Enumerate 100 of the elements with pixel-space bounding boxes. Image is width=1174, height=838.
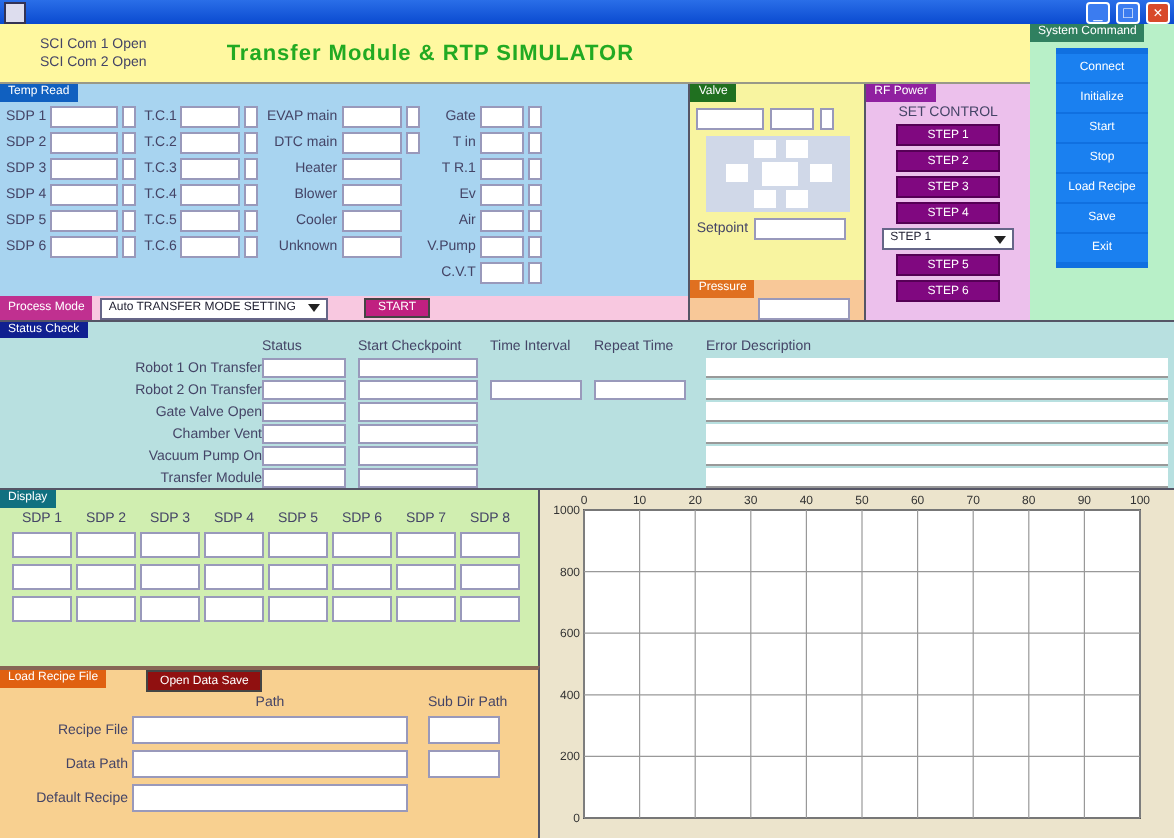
input-field[interactable] (341, 236, 402, 258)
status-box (527, 262, 542, 284)
status-box (527, 158, 542, 180)
status-box (405, 106, 420, 128)
input-field[interactable] (358, 468, 478, 488)
status-box (244, 158, 259, 180)
status-box (527, 184, 542, 206)
input-field[interactable] (140, 564, 200, 590)
input-field[interactable] (341, 210, 402, 232)
input-field[interactable] (12, 564, 72, 590)
input-field[interactable] (460, 564, 520, 590)
status-box (527, 106, 542, 128)
status-box (527, 132, 542, 154)
input-field[interactable] (479, 184, 524, 206)
caret-icon (994, 235, 1007, 243)
input-field[interactable] (262, 358, 346, 378)
status-box (122, 184, 137, 206)
status-box (244, 236, 259, 258)
input-field[interactable] (758, 298, 851, 320)
input-field[interactable] (428, 750, 500, 778)
status-box (122, 132, 137, 154)
input-field[interactable] (479, 236, 524, 258)
input-field[interactable] (262, 468, 346, 488)
status-box (820, 108, 835, 130)
input-field[interactable] (358, 446, 478, 466)
input-field[interactable] (358, 358, 478, 378)
status-box (244, 210, 259, 232)
input-field[interactable] (268, 532, 328, 558)
app-icon (4, 1, 26, 23)
input-field[interactable] (396, 532, 456, 558)
input-field[interactable] (50, 236, 119, 258)
input-field[interactable] (479, 106, 524, 128)
input-field[interactable] (204, 596, 264, 622)
input-field[interactable] (76, 596, 136, 622)
input-field[interactable] (594, 380, 686, 400)
status-box (122, 106, 137, 128)
input-field[interactable] (341, 132, 402, 154)
input-field[interactable] (50, 158, 119, 180)
input-field[interactable] (460, 596, 520, 622)
input-field[interactable] (132, 784, 408, 812)
input-field[interactable] (204, 532, 264, 558)
input-field[interactable] (428, 716, 500, 744)
maximize-button[interactable]: □ (1116, 1, 1140, 23)
input-field[interactable] (76, 564, 136, 590)
input-field[interactable] (180, 184, 241, 206)
input-field[interactable] (132, 716, 408, 744)
input-field[interactable] (332, 532, 392, 558)
input-field[interactable] (262, 446, 346, 466)
input-field[interactable] (770, 108, 815, 130)
input-field[interactable] (754, 218, 847, 240)
input-field[interactable] (479, 158, 524, 180)
input-field[interactable] (180, 236, 241, 258)
close-button[interactable]: × (1146, 1, 1170, 23)
input-field[interactable] (358, 424, 478, 444)
input-field[interactable] (204, 564, 264, 590)
input-field[interactable] (479, 210, 524, 232)
input-field[interactable] (479, 262, 524, 284)
input-field[interactable] (262, 380, 346, 400)
input-field[interactable] (396, 564, 456, 590)
input-field[interactable] (268, 596, 328, 622)
status-box (122, 210, 137, 232)
input-field[interactable] (396, 596, 456, 622)
input-field[interactable] (262, 402, 346, 422)
input-field[interactable] (460, 532, 520, 558)
input-field[interactable] (180, 158, 241, 180)
status-box (244, 184, 259, 206)
input-field[interactable] (268, 564, 328, 590)
status-box (527, 210, 542, 232)
input-field[interactable] (332, 564, 392, 590)
input-field[interactable] (50, 210, 119, 232)
status-box (405, 132, 420, 154)
input-field[interactable] (180, 106, 241, 128)
input-field[interactable] (50, 184, 119, 206)
status-box (122, 158, 137, 180)
input-field[interactable] (332, 596, 392, 622)
caret-icon (307, 304, 320, 312)
status-box (527, 236, 542, 258)
input-field[interactable] (140, 532, 200, 558)
minimize-button[interactable]: _ (1086, 1, 1110, 23)
input-field[interactable] (262, 424, 346, 444)
input-field[interactable] (12, 532, 72, 558)
input-field[interactable] (12, 596, 72, 622)
input-field[interactable] (132, 750, 408, 778)
input-field[interactable] (180, 210, 241, 232)
status-box (122, 236, 137, 258)
input-field[interactable] (696, 108, 765, 130)
input-field[interactable] (358, 402, 478, 422)
input-field[interactable] (180, 132, 241, 154)
input-field[interactable] (479, 132, 524, 154)
input-field[interactable] (341, 184, 402, 206)
input-field[interactable] (358, 380, 478, 400)
status-box (244, 132, 259, 154)
status-box (244, 106, 259, 128)
input-field[interactable] (341, 158, 402, 180)
input-field[interactable] (50, 132, 119, 154)
input-field[interactable] (341, 106, 402, 128)
input-field[interactable] (50, 106, 119, 128)
input-field[interactable] (76, 532, 136, 558)
input-field[interactable] (140, 596, 200, 622)
input-field[interactable] (490, 380, 582, 400)
